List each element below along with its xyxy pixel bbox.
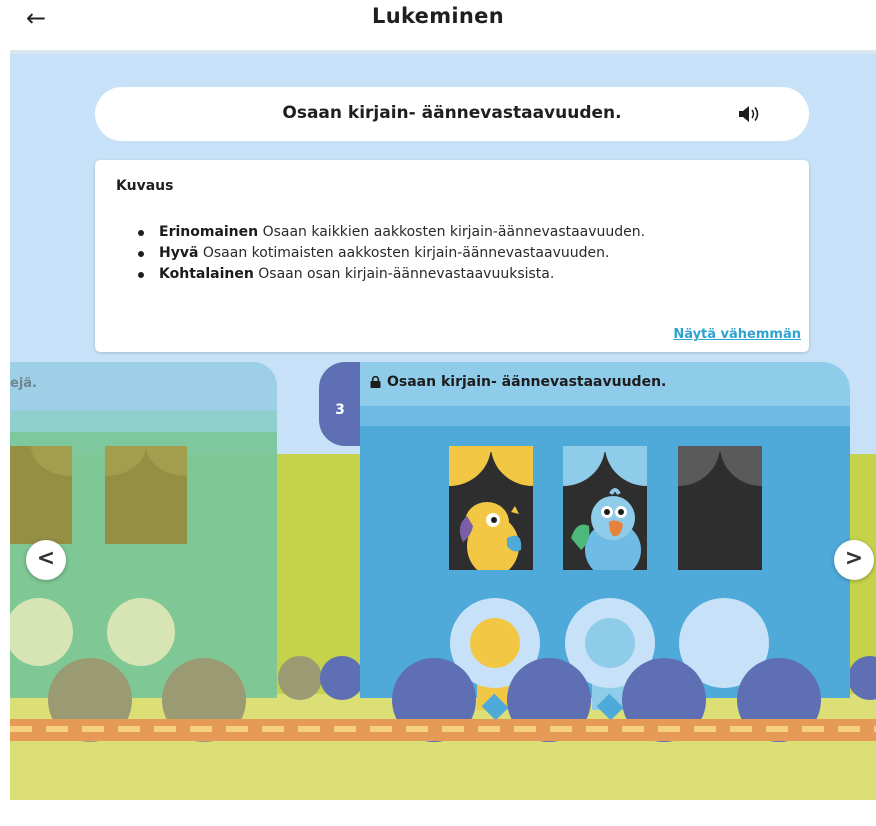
top-bar: ← Lukeminen	[0, 0, 876, 50]
previous-car-stripe	[10, 410, 277, 432]
criteria-item: Hyvä Osaan kotimaisten aakkosten kirjain…	[137, 243, 645, 264]
prev-arrow-button[interactable]: <	[26, 540, 66, 580]
objective-text: Osaan kirjain- äännevastaavuuden.	[282, 103, 622, 123]
current-car-title: Osaan kirjain- äännevastaavuuden.	[387, 374, 667, 390]
window-blue-parrot	[563, 446, 647, 570]
criteria-text: Osaan kaikkien aakkosten kirjain-äänneva…	[258, 224, 646, 240]
previous-car-title: ejä.	[10, 376, 37, 391]
criteria-level: Hyvä	[159, 245, 199, 261]
window-gold-parrot	[449, 446, 533, 570]
description-title: Kuvaus	[116, 178, 174, 194]
window-empty	[678, 446, 762, 570]
train-scene: ejä. 3 Osaan kirjain- äännevastaavuuden.	[10, 50, 876, 800]
card-number: 3	[335, 402, 345, 418]
criteria-level: Erinomainen	[159, 224, 259, 240]
previous-car-window	[10, 446, 72, 544]
rail-ties	[10, 726, 876, 732]
objective-banner: Osaan kirjain- äännevastaavuuden.	[95, 87, 809, 141]
yellow-parrot-icon	[459, 502, 522, 570]
current-car-stripe	[360, 406, 850, 426]
previous-car-window	[105, 446, 187, 544]
description-card: Kuvaus Erinomainen Osaan kaikkien aakkos…	[95, 160, 809, 352]
blue-parrot-icon	[571, 488, 641, 570]
criteria-list: Erinomainen Osaan kaikkien aakkosten kir…	[137, 222, 646, 285]
coupler	[278, 656, 322, 700]
criteria-item: Erinomainen Osaan kaikkien aakkosten kir…	[137, 222, 646, 243]
criteria-level: Kohtalainen	[159, 266, 254, 282]
speaker-icon[interactable]	[737, 103, 763, 125]
criteria-item: Kohtalainen Osaan osan kirjain-äännevast…	[137, 264, 645, 285]
page-title: Lukeminen	[372, 4, 504, 28]
coupler	[320, 656, 364, 700]
lock-icon	[370, 376, 381, 388]
show-less-link[interactable]: Näytä vähemmän	[673, 327, 801, 342]
previous-car-medal-slot	[107, 598, 175, 666]
criteria-text: Osaan osan kirjain-äännevastaavuuksista.	[253, 266, 555, 282]
criteria-text: Osaan kotimaisten aakkosten kirjain-äänn…	[198, 245, 610, 261]
header-shadow	[10, 50, 876, 54]
next-arrow-button[interactable]: >	[834, 540, 874, 580]
